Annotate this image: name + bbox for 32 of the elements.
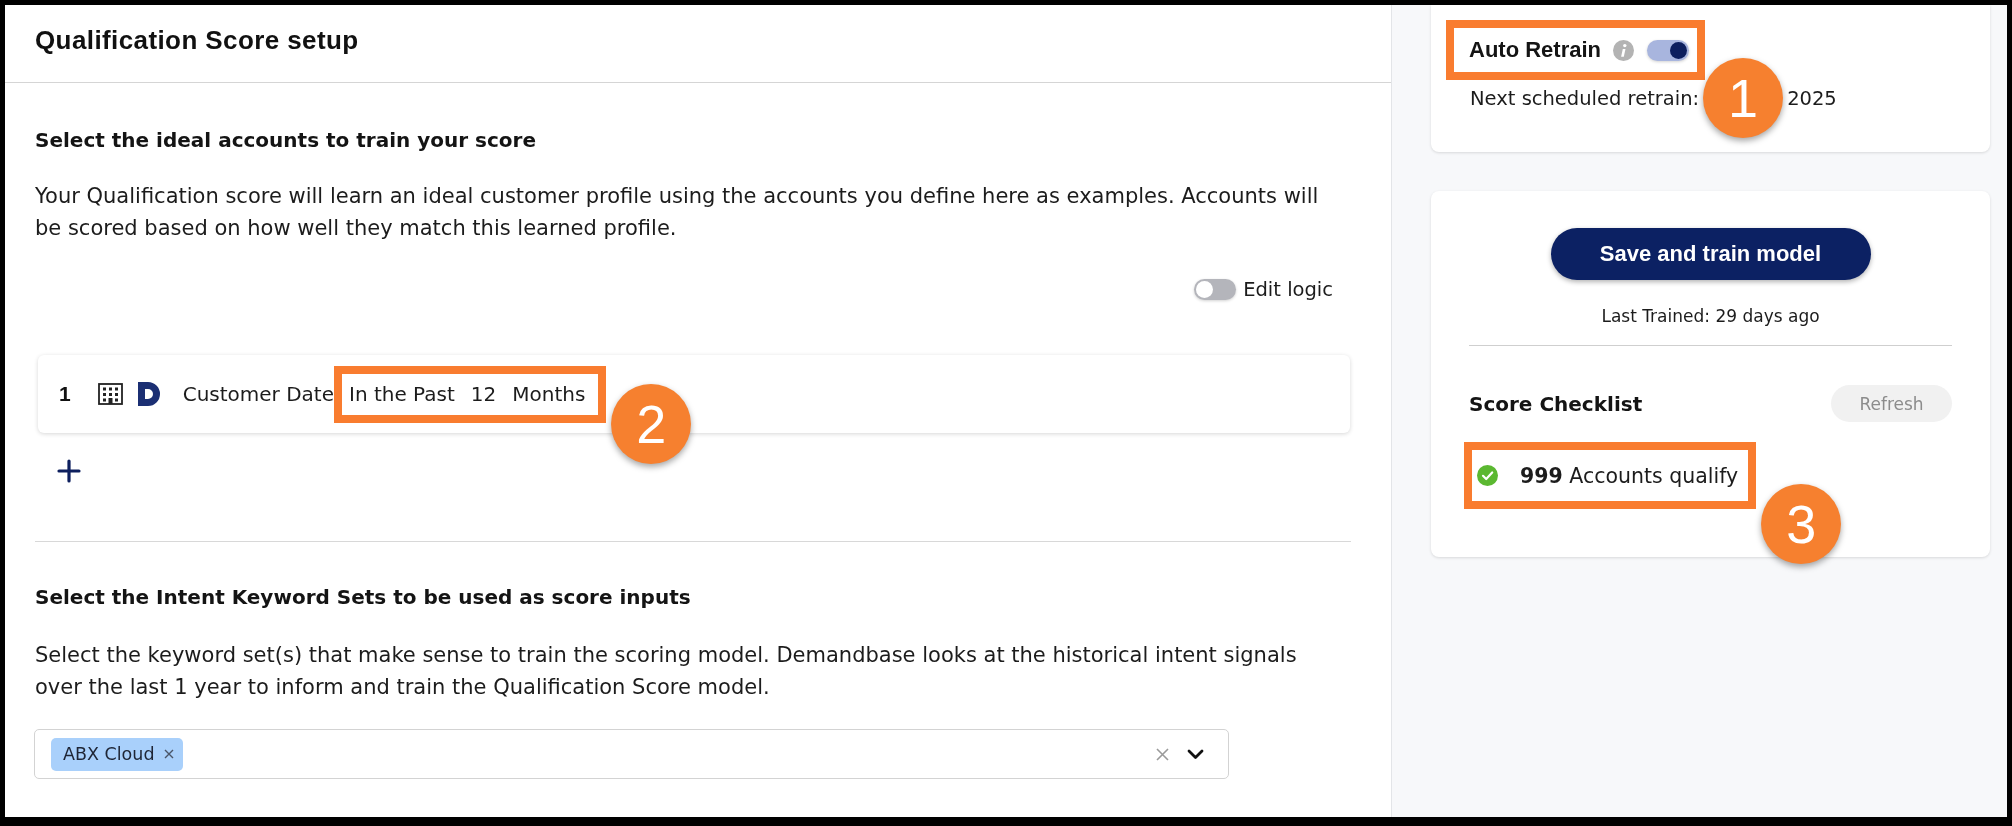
rule-number: 1 (59, 382, 71, 406)
auto-retrain-toggle[interactable] (1647, 39, 1689, 61)
logo-icon (136, 381, 161, 407)
save-train-button[interactable]: Save and train model (1550, 228, 1871, 280)
edit-logic-toggle[interactable] (1194, 278, 1237, 300)
section-description: Your Qualification score will learn an ideal customer profile using the accounts you define here as examples. Accounts will be scored based on how well they match this learned profile. (35, 183, 1320, 242)
callout-badge: 3 (1761, 484, 1842, 564)
chevron-down-icon[interactable] (1187, 748, 1204, 760)
page-title: Qualification Score setup (35, 25, 359, 55)
callout-badge: 1 (1703, 58, 1784, 138)
section-heading: Select the Intent Keyword Sets to be used as score inputs (35, 584, 692, 610)
last-trained-text: Last Trained: 29 days ago (1600, 305, 1821, 327)
remove-icon[interactable] (163, 749, 174, 759)
section-heading: Select the ideal accounts to train your score (35, 127, 537, 153)
next-retrain-date: 2025 (1787, 86, 1837, 110)
rule-operator[interactable]: In the Past (349, 382, 455, 406)
checklist-heading: Score Checklist (1469, 391, 1643, 416)
tag-label: ABX Cloud (63, 744, 155, 764)
rule-field-label[interactable]: Customer Date (182, 382, 334, 406)
section-description: Select the keyword set(s) that make sense to train the scoring model. Demandbase looks at the historical intent signals over the last 1 year to inform and train the Qualification Score model. (35, 642, 1298, 701)
keyword-select-field[interactable]: ABX Cloud (34, 729, 1229, 779)
callout-badge: 2 (611, 383, 692, 464)
clear-icon[interactable] (1156, 747, 1169, 761)
keyword-tag[interactable]: ABX Cloud (51, 737, 183, 771)
edit-logic-label: Edit logic (1243, 277, 1333, 301)
qualify-count-text: 999 Accounts qualify (1520, 463, 1739, 488)
rule-unit[interactable]: Months (512, 382, 586, 406)
add-icon[interactable] (57, 459, 81, 483)
next-retrain-label: Next scheduled retrain: (1470, 86, 1700, 110)
rule-value[interactable]: 12 (470, 382, 497, 406)
building-icon (97, 383, 123, 405)
auto-retrain-label: Auto Retrain (1469, 37, 1601, 63)
